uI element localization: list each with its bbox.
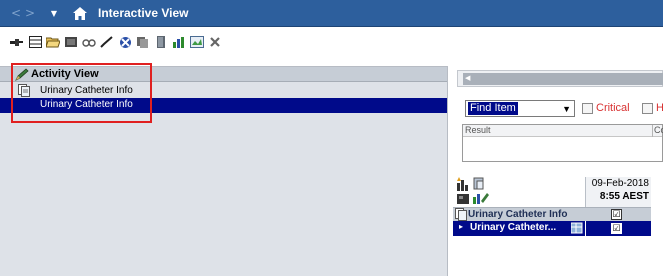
chart-icon bbox=[457, 177, 468, 191]
category-checkbox[interactable]: ☑ bbox=[611, 209, 622, 220]
result-table: Result Co bbox=[462, 124, 663, 162]
grid-toolbar-icons bbox=[457, 177, 491, 210]
result-table-header: Result Co bbox=[463, 125, 663, 137]
book-icon[interactable] bbox=[154, 35, 168, 49]
close-x-icon[interactable] bbox=[208, 35, 222, 49]
list-item-selected[interactable]: Urinary Catheter Info bbox=[0, 98, 447, 113]
list-item-label: Urinary Catheter Info bbox=[40, 85, 133, 96]
result-column-header[interactable]: Result bbox=[465, 125, 491, 135]
find-item-select[interactable]: Find Item ▼ bbox=[465, 100, 575, 117]
chart-icon[interactable] bbox=[172, 35, 186, 49]
item-checkbox[interactable]: ☑ bbox=[611, 223, 622, 234]
home-icon[interactable] bbox=[73, 5, 89, 21]
documentation-pane: ◀ Find Item ▼ Critical H Result Co 09-Fe… bbox=[449, 60, 663, 276]
flowsheet-icon[interactable] bbox=[10, 35, 24, 49]
cell-divider bbox=[585, 221, 586, 236]
date-column-header[interactable]: 09-Feb-2018 8:55 AEST bbox=[585, 177, 651, 207]
sign-check-icon[interactable] bbox=[100, 35, 114, 49]
critical-checkbox[interactable] bbox=[582, 103, 593, 114]
chart-pen-icon bbox=[473, 193, 489, 204]
pages-icon[interactable] bbox=[136, 35, 150, 49]
glasses-icon[interactable] bbox=[82, 35, 96, 49]
block-icon[interactable] bbox=[118, 35, 132, 49]
co-column-header[interactable]: Co bbox=[654, 125, 663, 135]
h-checkbox[interactable] bbox=[642, 103, 653, 114]
activity-view-pane: Activity View Urinary Catheter Info Urin… bbox=[0, 66, 448, 276]
category-label: Urinary Catheter Info bbox=[468, 209, 568, 220]
table-row-category[interactable]: Urinary Catheter Info ☑ bbox=[453, 207, 651, 221]
critical-label: Critical bbox=[596, 102, 630, 114]
chevron-down-icon[interactable]: ▼ bbox=[562, 104, 571, 114]
activity-view-title: Activity View bbox=[31, 68, 99, 80]
pane-tab-bar[interactable]: ◀ bbox=[463, 73, 663, 85]
find-item-value: Find Item bbox=[468, 102, 518, 115]
expand-icon[interactable]: ▸ bbox=[459, 222, 463, 231]
folder-open-icon[interactable] bbox=[46, 35, 60, 49]
back-button[interactable]: < bbox=[9, 4, 23, 22]
flag-icon bbox=[457, 194, 469, 204]
forward-button[interactable]: > bbox=[23, 4, 37, 22]
column-time: 8:55 AEST bbox=[599, 191, 649, 202]
history-dropdown-button[interactable]: ▼ bbox=[47, 4, 61, 22]
h-label: H bbox=[656, 102, 663, 114]
column-divider[interactable] bbox=[652, 125, 653, 137]
activity-view-header[interactable]: Activity View bbox=[0, 67, 447, 82]
document-icon bbox=[473, 177, 484, 190]
list-item-label: Urinary Catheter Info bbox=[40, 99, 133, 110]
flowsheet-icon bbox=[570, 222, 584, 237]
table-icon[interactable] bbox=[28, 35, 42, 49]
pane-tab-strip: ◀ bbox=[457, 70, 663, 87]
list-item[interactable]: Urinary Catheter Info bbox=[0, 83, 447, 98]
documentation-grid: 09-Feb-2018 8:55 AEST Urinary Catheter I… bbox=[453, 175, 659, 273]
page-title: Interactive View bbox=[98, 6, 189, 20]
image-icon[interactable] bbox=[190, 35, 204, 49]
table-row-selected[interactable]: ▸ Urinary Catheter... ☑ bbox=[453, 221, 651, 236]
collapse-left-icon[interactable]: ◀ bbox=[465, 74, 473, 82]
title-bar: < > ▼ Interactive View bbox=[0, 0, 663, 27]
toolbar bbox=[0, 27, 663, 57]
document-icon[interactable] bbox=[64, 35, 78, 49]
pencil-icon bbox=[15, 68, 29, 81]
column-date: 09-Feb-2018 bbox=[591, 178, 649, 189]
item-label: Urinary Catheter... bbox=[470, 222, 557, 233]
